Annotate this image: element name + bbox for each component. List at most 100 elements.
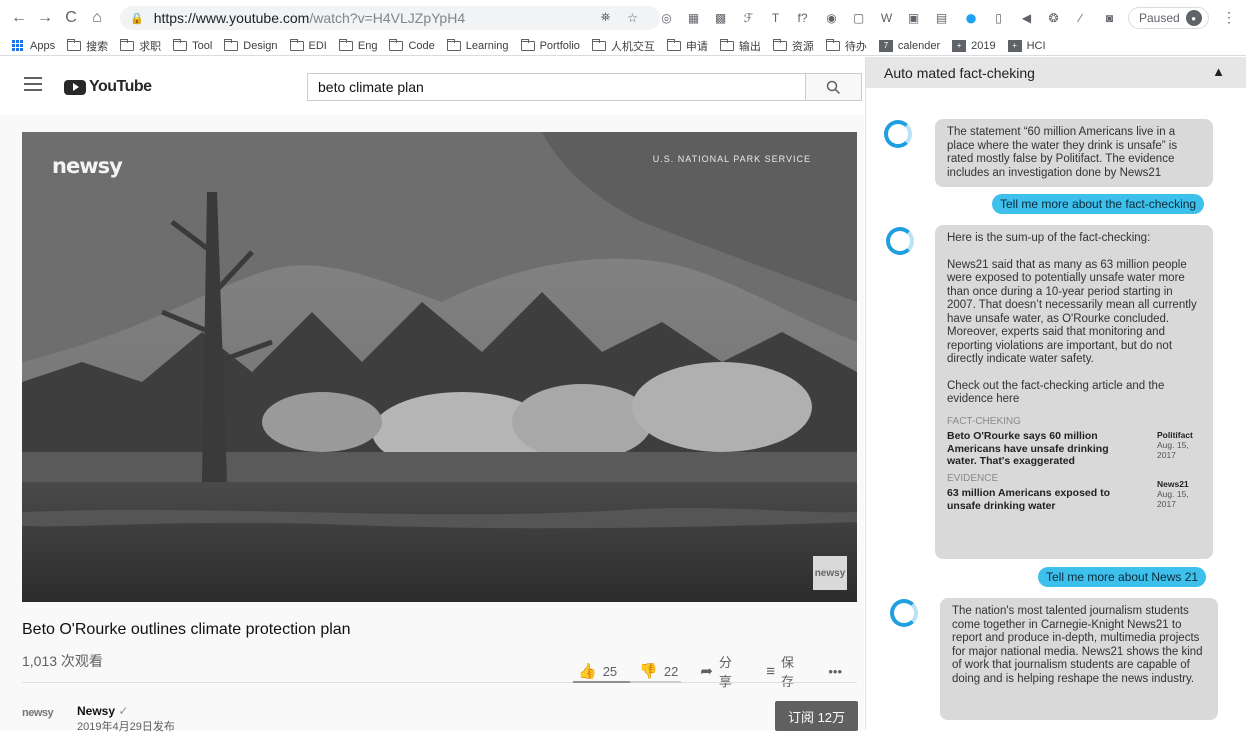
- address-bar[interactable]: 🔒 https://www.youtube.com/watch?v=H4VLJZ…: [120, 6, 660, 30]
- bookmark-item[interactable]: Design: [224, 38, 278, 52]
- extension-icon[interactable]: T: [767, 9, 784, 26]
- youtube-masthead: YouTube beto climate plan: [0, 57, 864, 115]
- thumbs-down-icon: 👎: [639, 663, 658, 680]
- like-ratio-bar: [573, 681, 681, 683]
- bookmark-item[interactable]: + HCI: [1007, 39, 1046, 52]
- bookmark-item[interactable]: 人机交互: [591, 38, 655, 54]
- video-player[interactable]: newsy U.S. NATIONAL PARK SERVICE newsy: [22, 132, 857, 602]
- collapse-icon[interactable]: ▲: [1212, 64, 1225, 79]
- message-text: The nation's most talented journalism st…: [952, 605, 1203, 685]
- bookmark-item[interactable]: 输出: [719, 38, 761, 54]
- search-input[interactable]: beto climate plan: [307, 73, 806, 101]
- bookmark-item[interactable]: EDI: [289, 38, 327, 52]
- bookmark-item[interactable]: 待办: [825, 38, 867, 54]
- bookmark-item[interactable]: 资源: [772, 38, 814, 54]
- panel-header[interactable]: Auto mated fact-cheking ▲: [866, 57, 1246, 88]
- bookmark-label: 2019: [971, 39, 996, 52]
- user-message: Tell me more about the fact-checking: [992, 194, 1205, 214]
- extension-icon[interactable]: ◀: [1018, 9, 1035, 26]
- bookmark-item[interactable]: 申请: [666, 38, 708, 54]
- video-title: Beto O'Rourke outlines climate protectio…: [22, 621, 351, 638]
- bookmark-item[interactable]: Apps: [12, 39, 55, 52]
- bookmark-label: EDI: [308, 39, 327, 52]
- bookmark-item[interactable]: +2019: [952, 39, 996, 52]
- bookmark-label: calender: [897, 39, 941, 52]
- chat-extension-icon[interactable]: ●: [960, 5, 982, 30]
- dislike-button[interactable]: 👎 22: [639, 662, 678, 680]
- bookmark-item[interactable]: 7 calender: [878, 39, 941, 52]
- folder-icon: [719, 38, 734, 51]
- reload-icon[interactable]: C: [60, 7, 82, 29]
- dislike-count: 22: [663, 663, 679, 679]
- verified-icon: ✓: [118, 704, 129, 718]
- bot-avatar: [890, 599, 918, 627]
- like-button[interactable]: 👍 25: [578, 662, 617, 680]
- home-icon[interactable]: ⌂: [86, 7, 108, 29]
- user-message: Tell me more about News 21: [1038, 567, 1207, 587]
- plus-square-icon: +: [1007, 39, 1022, 52]
- extension-icon[interactable]: ◎: [658, 9, 675, 26]
- publish-date: 2019年4月29日发布: [77, 721, 175, 733]
- extension-icon[interactable]: ▣: [905, 9, 922, 26]
- folder-icon: [446, 38, 461, 51]
- fact-check-source: Politifact Aug. 15, 2017: [1157, 430, 1201, 468]
- view-count: 1,013 次观看: [22, 653, 103, 669]
- fact-check-title[interactable]: Beto O'Rourke says 60 million Americans …: [947, 430, 1122, 468]
- extension-icon[interactable]: ▦: [685, 9, 702, 26]
- profile-avatar: ●: [1185, 10, 1202, 26]
- evidence-link[interactable]: 63 million Americans exposed to unsafe d…: [947, 479, 1201, 512]
- evidence-title[interactable]: 63 million Americans exposed to unsafe d…: [947, 487, 1122, 512]
- bookmark-item[interactable]: Portfolio: [520, 38, 580, 52]
- subscribe-button[interactable]: 订阅 12万: [775, 701, 858, 731]
- url-host: https://www.youtube.com: [153, 10, 310, 26]
- channel-avatar[interactable]: newsy: [22, 707, 62, 727]
- bookmark-label: Design: [243, 39, 278, 52]
- forward-icon[interactable]: →: [34, 7, 56, 29]
- share-button[interactable]: ➦ 分享: [700, 652, 744, 690]
- bookmark-item[interactable]: Tool: [173, 38, 213, 52]
- extension-icon[interactable]: ℱ: [740, 9, 757, 26]
- extension-icon[interactable]: ◉: [823, 9, 840, 26]
- extension-icon[interactable]: ∕: [1072, 9, 1089, 26]
- bookmarks-bar: Apps 搜索 求职 Tool Design EDI Eng Code Learning Port…: [0, 36, 1246, 56]
- bookmark-star-icon[interactable]: ☆: [624, 9, 641, 26]
- profile-paused-button[interactable]: Paused ●: [1128, 7, 1209, 29]
- bookmark-label: Learning: [465, 39, 509, 52]
- bookmark-item[interactable]: 求职: [120, 38, 161, 54]
- channel-watermark[interactable]: newsy: [813, 556, 847, 590]
- fact-check-link[interactable]: Beto O'Rourke says 60 million Americans …: [947, 430, 1201, 468]
- folder-icon: [224, 38, 239, 51]
- bookmark-item[interactable]: 搜索: [67, 38, 108, 54]
- bookmark-label: 待办: [844, 40, 867, 53]
- bookmark-item[interactable]: Eng: [338, 38, 377, 52]
- translate-icon[interactable]: ⛯: [597, 9, 614, 26]
- extension-icon[interactable]: ▯: [990, 9, 1007, 26]
- extension-icon[interactable]: ▢: [850, 9, 867, 26]
- extension-icon[interactable]: ◙: [1101, 9, 1118, 26]
- extension-icon[interactable]: ❂: [1045, 9, 1062, 26]
- extension-icon[interactable]: ▤: [933, 9, 950, 26]
- folder-icon: [173, 38, 188, 51]
- folder-icon: [67, 38, 82, 51]
- menu-icon[interactable]: [24, 77, 42, 91]
- bookmark-label: 人机交互: [610, 40, 655, 53]
- search-button[interactable]: [805, 73, 862, 101]
- channel-name[interactable]: Newsy ✓: [77, 704, 128, 718]
- bookmark-label: Tool: [192, 39, 213, 52]
- evidence-date: Aug. 15, 2017: [1157, 489, 1189, 509]
- extension-icon[interactable]: ▩: [712, 9, 729, 26]
- youtube-logo[interactable]: YouTube: [64, 78, 152, 96]
- divider: [22, 682, 857, 683]
- nps-credit: U.S. NATIONAL PARK SERVICE: [652, 154, 811, 164]
- bot-avatar: [884, 120, 912, 148]
- browser-menu-icon[interactable]: ⋮: [1222, 9, 1236, 26]
- bookmark-item[interactable]: Learning: [446, 38, 509, 52]
- save-button[interactable]: ≡ 保存: [766, 652, 806, 690]
- lock-icon: 🔒: [130, 12, 144, 25]
- extension-icon[interactable]: f?: [794, 9, 811, 26]
- bookmark-item[interactable]: Code: [389, 38, 435, 52]
- extension-icon[interactable]: W: [878, 9, 895, 26]
- like-count: 25: [602, 663, 618, 679]
- more-actions-button[interactable]: •••: [828, 664, 842, 679]
- back-icon[interactable]: ←: [8, 7, 30, 29]
